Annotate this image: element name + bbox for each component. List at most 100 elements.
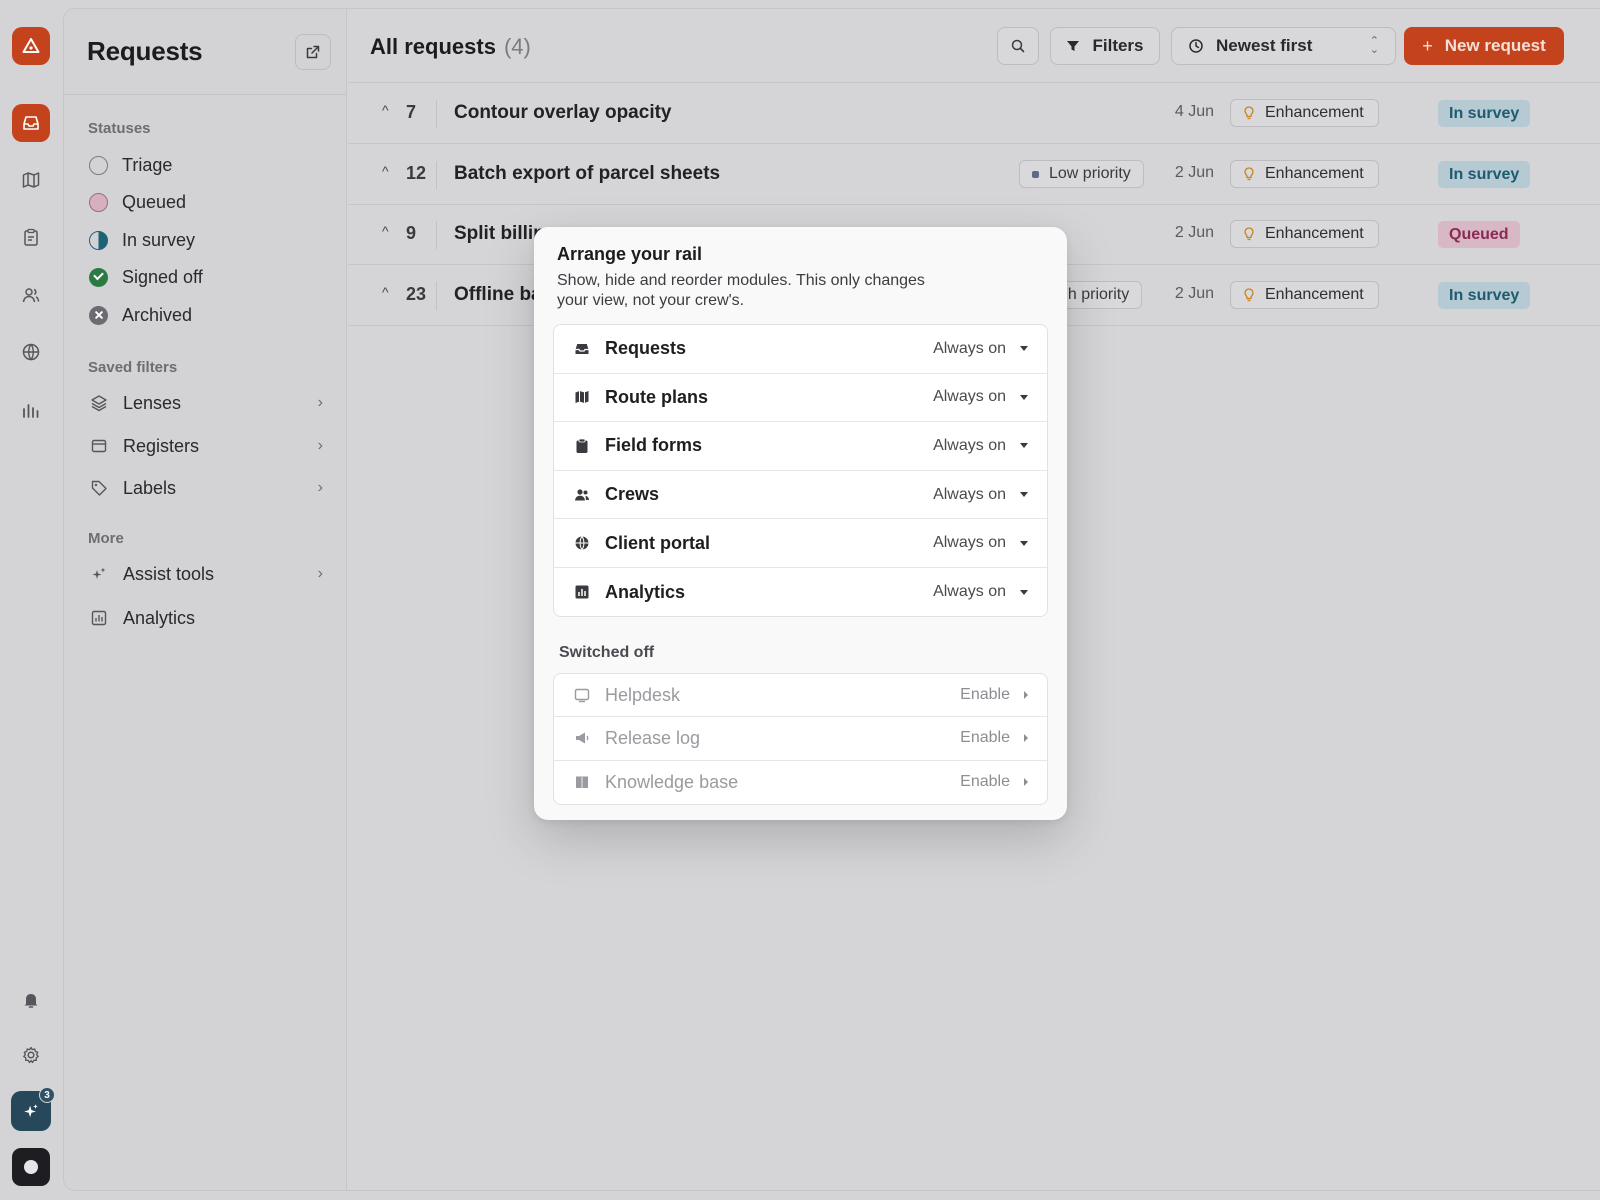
- module-row-field-forms[interactable]: Field forms Always on: [554, 422, 1047, 471]
- nav-labels[interactable]: Labels ›: [89, 474, 323, 502]
- nav-label: Analytics: [123, 607, 196, 628]
- request-row[interactable]: ^ 12 Batch export of parcel sheets Low p…: [348, 145, 1600, 205]
- label-text: Enhancement: [1265, 225, 1364, 242]
- priority-chip[interactable]: Low priority: [1019, 160, 1144, 188]
- module-row-crews[interactable]: Crews Always on: [554, 471, 1047, 520]
- inbox-icon: [23, 116, 39, 130]
- clipboard-icon: [24, 228, 38, 246]
- assist-button[interactable]: 3: [11, 1087, 55, 1131]
- nav-assist-tools[interactable]: Assist tools ›: [89, 560, 323, 588]
- app-logo[interactable]: [12, 27, 50, 65]
- logo-icon: [22, 38, 40, 53]
- rail-client-portal[interactable]: [12, 333, 50, 371]
- filter-icon: [1067, 41, 1080, 51]
- upvote-chevron-icon[interactable]: ^: [382, 102, 389, 118]
- new-request-button[interactable]: + New request: [1404, 27, 1564, 65]
- module-row-release-log[interactable]: Release log Enable: [554, 717, 1047, 761]
- divider: [436, 100, 437, 128]
- rail-analytics[interactable]: [12, 391, 50, 429]
- enable-module-button[interactable]: Enable: [960, 729, 1028, 747]
- app-rail: 3: [0, 0, 62, 1200]
- bar-chart-icon: [23, 404, 39, 418]
- request-row[interactable]: ^ 7 Contour overlay opacity 4 Jun Enhanc…: [348, 84, 1600, 144]
- popover-title: Arrange your rail: [557, 244, 703, 264]
- status-archived[interactable]: Archived: [89, 301, 192, 329]
- caret-down-icon: [1020, 589, 1028, 595]
- switched-off-heading: Switched off: [559, 644, 655, 661]
- status-triage[interactable]: Triage: [89, 151, 172, 179]
- nav-label: Lenses: [123, 392, 182, 413]
- rail-settings[interactable]: [12, 1036, 50, 1074]
- status-in-survey[interactable]: In survey: [89, 226, 195, 254]
- users-icon: [22, 288, 40, 303]
- caret-right-icon: [1024, 778, 1028, 787]
- nav-registers[interactable]: Registers ›: [89, 432, 323, 460]
- nav-label: Labels: [123, 477, 177, 498]
- module-row-helpdesk[interactable]: Helpdesk Enable: [554, 674, 1047, 718]
- module-state-dropdown[interactable]: Always on: [933, 340, 1028, 358]
- search-button[interactable]: [997, 27, 1039, 65]
- label-chip[interactable]: Enhancement: [1230, 220, 1379, 248]
- module-state: Enable: [960, 686, 1010, 704]
- request-count: (4): [503, 34, 531, 59]
- rail-crews[interactable]: [12, 276, 50, 314]
- clipboard-icon: [576, 438, 588, 453]
- user-avatar[interactable]: [12, 1148, 50, 1186]
- more-heading: More: [88, 530, 124, 547]
- rail-field-forms[interactable]: [12, 218, 50, 256]
- nav-lenses[interactable]: Lenses ›: [89, 389, 323, 417]
- request-number: 12: [406, 163, 427, 183]
- request-date: 2 Jun: [1174, 164, 1214, 181]
- chevron-right-icon: ›: [317, 394, 323, 411]
- sidebar-title: Requests: [87, 36, 203, 66]
- upvote-chevron-icon[interactable]: ^: [382, 163, 389, 179]
- label-text: Enhancement: [1265, 286, 1364, 303]
- nav-analytics[interactable]: Analytics: [89, 604, 323, 632]
- status-queued[interactable]: Queued: [89, 188, 186, 216]
- layers-icon: [91, 395, 107, 412]
- sort-select[interactable]: Newest first ⌃ ⌄: [1171, 27, 1396, 65]
- module-state: Always on: [933, 583, 1006, 601]
- filters-button[interactable]: Filters: [1050, 27, 1160, 65]
- status-badge: Queued: [1438, 221, 1520, 248]
- request-number: 7: [406, 102, 417, 122]
- request-title: Contour overlay opacity: [454, 102, 672, 123]
- module-name: Client portal: [605, 532, 711, 553]
- module-row-analytics[interactable]: Analytics Always on: [554, 568, 1047, 617]
- lightbulb-icon: [1244, 167, 1254, 181]
- divider: [436, 282, 437, 310]
- sparkle-icon: [24, 1104, 38, 1118]
- module-state-dropdown[interactable]: Always on: [933, 388, 1028, 406]
- chart-icon: [91, 610, 107, 626]
- tag-icon: [91, 480, 107, 496]
- half-circle-icon: [89, 230, 108, 250]
- queued-dot-icon: [89, 192, 108, 212]
- module-row-client-portal[interactable]: Client portal Always on: [554, 519, 1047, 568]
- upvote-chevron-icon[interactable]: ^: [382, 284, 389, 300]
- rail-route-plans[interactable]: [12, 161, 50, 199]
- module-state-dropdown[interactable]: Always on: [933, 437, 1028, 455]
- module-state-dropdown[interactable]: Always on: [933, 534, 1028, 552]
- module-row-requests[interactable]: Requests Always on: [554, 325, 1047, 374]
- module-row-knowledge-base[interactable]: Knowledge base Enable: [554, 761, 1047, 804]
- module-state-dropdown[interactable]: Always on: [933, 583, 1028, 601]
- arrange-rail-popover: Arrange your rail Show, hide and reorder…: [534, 227, 1067, 820]
- label-chip[interactable]: Enhancement: [1230, 160, 1379, 188]
- module-name: Knowledge base: [605, 771, 739, 792]
- request-title: Batch export of parcel sheets: [454, 163, 721, 184]
- megaphone-icon: [576, 732, 589, 744]
- divider: [436, 161, 437, 189]
- status-signed-off[interactable]: Signed off: [89, 263, 203, 291]
- enable-module-button[interactable]: Enable: [960, 773, 1028, 791]
- page-title: All requests (4): [370, 34, 531, 60]
- module-row-route-plans[interactable]: Route plans Always on: [554, 374, 1047, 423]
- enable-module-button[interactable]: Enable: [960, 686, 1028, 704]
- label-chip[interactable]: Enhancement: [1230, 99, 1379, 127]
- pop-out-button[interactable]: [295, 34, 331, 70]
- upvote-chevron-icon[interactable]: ^: [382, 223, 389, 239]
- rail-notifications[interactable]: [12, 981, 50, 1019]
- rail-requests[interactable]: [12, 104, 50, 142]
- module-name: Release log: [605, 727, 701, 748]
- label-chip[interactable]: Enhancement: [1230, 281, 1379, 309]
- module-state-dropdown[interactable]: Always on: [933, 486, 1028, 504]
